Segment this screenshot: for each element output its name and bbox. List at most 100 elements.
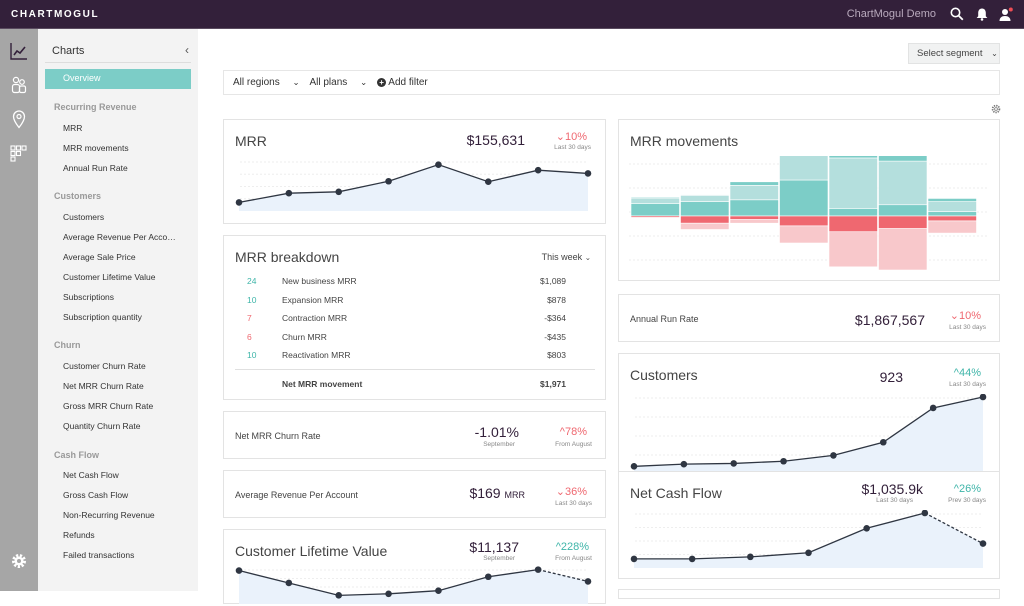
sidebar-item-average-sale-price[interactable]: Average Sale Price [63, 252, 136, 262]
settings-gear-icon[interactable] [991, 104, 1001, 114]
data-point[interactable] [435, 161, 442, 168]
sidebar-item-mrr-movements[interactable]: MRR movements [63, 143, 129, 153]
sidebar-item-arpa[interactable]: Average Revenue Per Acco… [63, 232, 176, 242]
arr-card[interactable]: Annual Run Rate $1,867,567 ⌄10% Last 30 … [618, 294, 1000, 342]
sidebar-item-non-recurring-revenue[interactable]: Non-Recurring Revenue [63, 510, 155, 520]
people-icon[interactable] [9, 75, 29, 95]
breakdown-row[interactable]: 7Contraction MRR-$364 [235, 313, 580, 327]
data-point[interactable] [805, 549, 812, 556]
mrr-movements-card[interactable]: MRR movements [618, 119, 1000, 281]
sidebar-item-customers[interactable]: Customers [63, 212, 104, 222]
reactivation-bar[interactable] [631, 197, 680, 198]
data-point[interactable] [980, 394, 987, 400]
reactivation-bar[interactable] [879, 156, 928, 161]
breakdown-row[interactable]: 10Expansion MRR$878 [235, 295, 580, 309]
data-point[interactable] [863, 525, 870, 532]
data-point[interactable] [980, 540, 987, 547]
sidebar-item-customer-churn-rate[interactable]: Customer Churn Rate [63, 361, 146, 371]
data-point[interactable] [922, 510, 929, 516]
sidebar-item-net-mrr-churn-rate[interactable]: Net MRR Churn Rate [63, 381, 144, 391]
sidebar-item-customer-lifetime-value[interactable]: Customer Lifetime Value [63, 272, 155, 282]
bell-icon[interactable] [975, 7, 989, 21]
net-mrr-churn-card[interactable]: Net MRR Churn Rate -1.01% September ^78%… [223, 411, 606, 459]
sidebar-item-gross-mrr-churn-rate[interactable]: Gross MRR Churn Rate [63, 401, 153, 411]
sidebar-item-refunds[interactable]: Refunds [63, 530, 95, 540]
gear-icon[interactable] [9, 551, 29, 571]
sidebar-item-failed-transactions[interactable]: Failed transactions [63, 550, 134, 560]
data-point[interactable] [585, 578, 592, 585]
data-point[interactable] [681, 461, 688, 468]
select-segment-dropdown[interactable]: Select segment ⌄ [908, 43, 1000, 64]
regions-filter[interactable]: All regions ⌄ [233, 77, 299, 88]
data-point[interactable] [535, 167, 542, 174]
breakdown-row[interactable]: 10Reactivation MRR$803 [235, 350, 580, 364]
new-business-bar[interactable] [928, 212, 977, 217]
contraction-bar[interactable] [681, 216, 730, 223]
churn-bar[interactable] [780, 226, 829, 243]
data-point[interactable] [485, 178, 492, 185]
data-point[interactable] [631, 463, 638, 470]
account-name[interactable]: ChartMogul Demo [847, 8, 936, 20]
data-point[interactable] [689, 556, 696, 563]
net-cash-flow-card[interactable]: Net Cash Flow $1,035.9k Last 30 days ^26… [618, 471, 1000, 579]
grid-icon[interactable] [9, 143, 29, 163]
data-point[interactable] [335, 592, 342, 599]
data-point[interactable] [236, 199, 243, 206]
expansion-bar[interactable] [780, 156, 829, 180]
new-business-bar[interactable] [730, 200, 779, 216]
breakdown-period-dropdown[interactable]: This week ⌄ [542, 252, 591, 262]
data-point[interactable] [286, 580, 293, 587]
new-business-bar[interactable] [879, 205, 928, 216]
sidebar-item-gross-cash-flow[interactable]: Gross Cash Flow [63, 490, 128, 500]
mrr-card[interactable]: MRR $155,631 ⌄10% Last 30 days [223, 119, 606, 224]
new-business-bar[interactable] [829, 208, 878, 216]
breakdown-row[interactable]: 6Churn MRR-$435 [235, 332, 580, 346]
new-business-bar[interactable] [631, 203, 680, 216]
data-point[interactable] [780, 458, 787, 465]
customers-card[interactable]: Customers 923 ^44% Last 30 days [618, 353, 1000, 486]
expansion-bar[interactable] [681, 195, 730, 201]
contraction-bar[interactable] [879, 216, 928, 229]
sidebar-item-net-cash-flow[interactable]: Net Cash Flow [63, 470, 119, 480]
collapse-sidebar-icon[interactable]: ‹ [185, 43, 189, 57]
line-chart-icon[interactable] [9, 41, 29, 61]
churn-bar[interactable] [730, 220, 779, 224]
data-point[interactable] [730, 460, 737, 467]
breakdown-row[interactable]: 24New business MRR$1,089 [235, 276, 580, 290]
ltv-card[interactable]: Customer Lifetime Value $11,137 Septembe… [223, 529, 606, 604]
data-point[interactable] [585, 170, 592, 177]
sidebar-item-subscription-quantity[interactable]: Subscription quantity [63, 312, 142, 322]
data-point[interactable] [631, 556, 638, 563]
reactivation-bar[interactable] [829, 156, 878, 158]
sidebar-item-annual-run-rate[interactable]: Annual Run Rate [63, 163, 128, 173]
sidebar-item-overview[interactable]: Overview [45, 69, 191, 89]
reactivation-bar[interactable] [928, 198, 977, 201]
expansion-bar[interactable] [879, 161, 928, 205]
churn-bar[interactable] [631, 217, 680, 218]
arpa-card[interactable]: Average Revenue Per Account $169 MRR ⌄36… [223, 470, 606, 518]
sidebar-item-subscriptions[interactable]: Subscriptions [63, 292, 114, 302]
churn-bar[interactable] [879, 229, 928, 270]
location-pin-icon[interactable] [9, 109, 29, 129]
data-point[interactable] [535, 566, 542, 573]
data-point[interactable] [930, 405, 937, 412]
churn-bar[interactable] [829, 232, 878, 267]
expansion-bar[interactable] [631, 198, 680, 203]
expansion-bar[interactable] [829, 158, 878, 208]
data-point[interactable] [830, 452, 837, 459]
data-point[interactable] [385, 178, 392, 185]
data-point[interactable] [485, 573, 492, 580]
expansion-bar[interactable] [730, 185, 779, 199]
plans-filter[interactable]: All plans ⌄ [309, 77, 367, 88]
contraction-bar[interactable] [780, 216, 829, 226]
data-point[interactable] [236, 567, 243, 574]
sidebar-item-mrr[interactable]: MRR [63, 123, 82, 133]
contraction-bar[interactable] [928, 216, 977, 221]
data-point[interactable] [385, 591, 392, 598]
data-point[interactable] [335, 189, 342, 196]
churn-bar[interactable] [928, 221, 977, 233]
search-icon[interactable] [950, 7, 964, 21]
new-business-bar[interactable] [780, 180, 829, 216]
sidebar-item-quantity-churn-rate[interactable]: Quantity Churn Rate [63, 421, 140, 431]
data-point[interactable] [880, 439, 887, 446]
